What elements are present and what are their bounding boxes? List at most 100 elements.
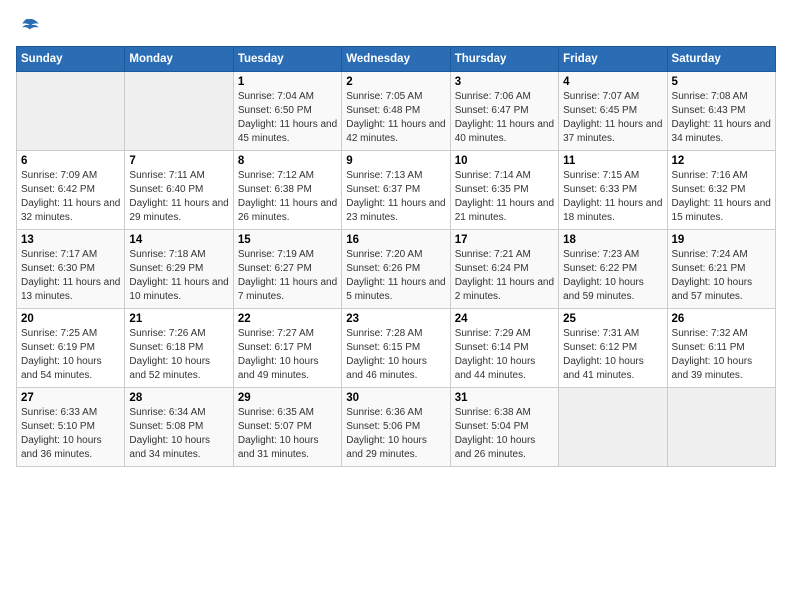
- calendar-cell: [125, 72, 233, 151]
- day-number: 5: [672, 76, 771, 88]
- calendar-cell: 2 Sunrise: 7:05 AM Sunset: 6:48 PM Dayli…: [342, 72, 450, 151]
- calendar-cell: 14 Sunrise: 7:18 AM Sunset: 6:29 PM Dayl…: [125, 230, 233, 309]
- calendar-cell: 3 Sunrise: 7:06 AM Sunset: 6:47 PM Dayli…: [450, 72, 558, 151]
- day-info: Sunrise: 7:12 AM Sunset: 6:38 PM Dayligh…: [238, 169, 337, 225]
- day-info: Sunrise: 7:09 AM Sunset: 6:42 PM Dayligh…: [21, 169, 120, 225]
- day-number: 8: [238, 155, 337, 167]
- calendar-cell: 22 Sunrise: 7:27 AM Sunset: 6:17 PM Dayl…: [233, 309, 341, 388]
- calendar-cell: 18 Sunrise: 7:23 AM Sunset: 6:22 PM Dayl…: [559, 230, 667, 309]
- calendar-cell: [559, 388, 667, 467]
- day-info: Sunrise: 7:29 AM Sunset: 6:14 PM Dayligh…: [455, 327, 554, 383]
- day-info: Sunrise: 7:18 AM Sunset: 6:29 PM Dayligh…: [129, 248, 228, 304]
- day-info: Sunrise: 6:34 AM Sunset: 5:08 PM Dayligh…: [129, 406, 228, 462]
- day-info: Sunrise: 7:05 AM Sunset: 6:48 PM Dayligh…: [346, 90, 445, 146]
- calendar-week-row: 6 Sunrise: 7:09 AM Sunset: 6:42 PM Dayli…: [17, 151, 776, 230]
- day-info: Sunrise: 7:23 AM Sunset: 6:22 PM Dayligh…: [563, 248, 662, 304]
- calendar-cell: 17 Sunrise: 7:21 AM Sunset: 6:24 PM Dayl…: [450, 230, 558, 309]
- day-info: Sunrise: 7:25 AM Sunset: 6:19 PM Dayligh…: [21, 327, 120, 383]
- calendar-week-row: 20 Sunrise: 7:25 AM Sunset: 6:19 PM Dayl…: [17, 309, 776, 388]
- calendar-header-sunday: Sunday: [17, 47, 125, 72]
- logo: [16, 16, 40, 34]
- calendar-cell: 30 Sunrise: 6:36 AM Sunset: 5:06 PM Dayl…: [342, 388, 450, 467]
- calendar-cell: 6 Sunrise: 7:09 AM Sunset: 6:42 PM Dayli…: [17, 151, 125, 230]
- day-number: 2: [346, 76, 445, 88]
- calendar-cell: 23 Sunrise: 7:28 AM Sunset: 6:15 PM Dayl…: [342, 309, 450, 388]
- calendar-cell: 16 Sunrise: 7:20 AM Sunset: 6:26 PM Dayl…: [342, 230, 450, 309]
- day-number: 6: [21, 155, 120, 167]
- day-info: Sunrise: 7:19 AM Sunset: 6:27 PM Dayligh…: [238, 248, 337, 304]
- day-number: 7: [129, 155, 228, 167]
- day-info: Sunrise: 7:08 AM Sunset: 6:43 PM Dayligh…: [672, 90, 771, 146]
- calendar-header-saturday: Saturday: [667, 47, 775, 72]
- calendar-cell: [17, 72, 125, 151]
- calendar-header-tuesday: Tuesday: [233, 47, 341, 72]
- calendar-cell: 1 Sunrise: 7:04 AM Sunset: 6:50 PM Dayli…: [233, 72, 341, 151]
- day-info: Sunrise: 6:35 AM Sunset: 5:07 PM Dayligh…: [238, 406, 337, 462]
- day-info: Sunrise: 7:11 AM Sunset: 6:40 PM Dayligh…: [129, 169, 228, 225]
- day-number: 28: [129, 392, 228, 404]
- day-info: Sunrise: 6:36 AM Sunset: 5:06 PM Dayligh…: [346, 406, 445, 462]
- day-info: Sunrise: 7:07 AM Sunset: 6:45 PM Dayligh…: [563, 90, 662, 146]
- day-info: Sunrise: 6:38 AM Sunset: 5:04 PM Dayligh…: [455, 406, 554, 462]
- calendar-header-monday: Monday: [125, 47, 233, 72]
- calendar-header-row: SundayMondayTuesdayWednesdayThursdayFrid…: [17, 47, 776, 72]
- calendar-header-wednesday: Wednesday: [342, 47, 450, 72]
- calendar-cell: 21 Sunrise: 7:26 AM Sunset: 6:18 PM Dayl…: [125, 309, 233, 388]
- logo-bird-icon: [18, 16, 40, 38]
- day-number: 16: [346, 234, 445, 246]
- day-number: 30: [346, 392, 445, 404]
- day-number: 31: [455, 392, 554, 404]
- day-number: 25: [563, 313, 662, 325]
- calendar-cell: 31 Sunrise: 6:38 AM Sunset: 5:04 PM Dayl…: [450, 388, 558, 467]
- calendar-cell: 26 Sunrise: 7:32 AM Sunset: 6:11 PM Dayl…: [667, 309, 775, 388]
- day-number: 9: [346, 155, 445, 167]
- day-info: Sunrise: 7:17 AM Sunset: 6:30 PM Dayligh…: [21, 248, 120, 304]
- day-info: Sunrise: 7:15 AM Sunset: 6:33 PM Dayligh…: [563, 169, 662, 225]
- calendar-cell: 13 Sunrise: 7:17 AM Sunset: 6:30 PM Dayl…: [17, 230, 125, 309]
- day-number: 3: [455, 76, 554, 88]
- day-number: 11: [563, 155, 662, 167]
- day-number: 18: [563, 234, 662, 246]
- calendar-table: SundayMondayTuesdayWednesdayThursdayFrid…: [16, 46, 776, 467]
- day-number: 14: [129, 234, 228, 246]
- day-info: Sunrise: 7:27 AM Sunset: 6:17 PM Dayligh…: [238, 327, 337, 383]
- calendar-cell: 24 Sunrise: 7:29 AM Sunset: 6:14 PM Dayl…: [450, 309, 558, 388]
- day-number: 10: [455, 155, 554, 167]
- day-info: Sunrise: 7:24 AM Sunset: 6:21 PM Dayligh…: [672, 248, 771, 304]
- day-number: 17: [455, 234, 554, 246]
- day-info: Sunrise: 7:04 AM Sunset: 6:50 PM Dayligh…: [238, 90, 337, 146]
- calendar-cell: 11 Sunrise: 7:15 AM Sunset: 6:33 PM Dayl…: [559, 151, 667, 230]
- day-number: 24: [455, 313, 554, 325]
- day-info: Sunrise: 7:14 AM Sunset: 6:35 PM Dayligh…: [455, 169, 554, 225]
- day-number: 22: [238, 313, 337, 325]
- calendar-cell: 8 Sunrise: 7:12 AM Sunset: 6:38 PM Dayli…: [233, 151, 341, 230]
- day-number: 20: [21, 313, 120, 325]
- calendar-cell: 20 Sunrise: 7:25 AM Sunset: 6:19 PM Dayl…: [17, 309, 125, 388]
- calendar-week-row: 1 Sunrise: 7:04 AM Sunset: 6:50 PM Dayli…: [17, 72, 776, 151]
- calendar-week-row: 13 Sunrise: 7:17 AM Sunset: 6:30 PM Dayl…: [17, 230, 776, 309]
- calendar-cell: [667, 388, 775, 467]
- day-number: 12: [672, 155, 771, 167]
- calendar-cell: 12 Sunrise: 7:16 AM Sunset: 6:32 PM Dayl…: [667, 151, 775, 230]
- day-info: Sunrise: 7:26 AM Sunset: 6:18 PM Dayligh…: [129, 327, 228, 383]
- day-info: Sunrise: 7:13 AM Sunset: 6:37 PM Dayligh…: [346, 169, 445, 225]
- calendar-cell: 19 Sunrise: 7:24 AM Sunset: 6:21 PM Dayl…: [667, 230, 775, 309]
- day-number: 23: [346, 313, 445, 325]
- day-number: 19: [672, 234, 771, 246]
- calendar-cell: 9 Sunrise: 7:13 AM Sunset: 6:37 PM Dayli…: [342, 151, 450, 230]
- calendar-cell: 4 Sunrise: 7:07 AM Sunset: 6:45 PM Dayli…: [559, 72, 667, 151]
- calendar-cell: 28 Sunrise: 6:34 AM Sunset: 5:08 PM Dayl…: [125, 388, 233, 467]
- day-number: 21: [129, 313, 228, 325]
- day-number: 15: [238, 234, 337, 246]
- day-info: Sunrise: 7:16 AM Sunset: 6:32 PM Dayligh…: [672, 169, 771, 225]
- calendar-cell: 10 Sunrise: 7:14 AM Sunset: 6:35 PM Dayl…: [450, 151, 558, 230]
- calendar-cell: 27 Sunrise: 6:33 AM Sunset: 5:10 PM Dayl…: [17, 388, 125, 467]
- day-info: Sunrise: 7:06 AM Sunset: 6:47 PM Dayligh…: [455, 90, 554, 146]
- day-number: 26: [672, 313, 771, 325]
- day-number: 4: [563, 76, 662, 88]
- day-number: 1: [238, 76, 337, 88]
- calendar-cell: 7 Sunrise: 7:11 AM Sunset: 6:40 PM Dayli…: [125, 151, 233, 230]
- day-info: Sunrise: 7:20 AM Sunset: 6:26 PM Dayligh…: [346, 248, 445, 304]
- calendar-header-friday: Friday: [559, 47, 667, 72]
- calendar-cell: 5 Sunrise: 7:08 AM Sunset: 6:43 PM Dayli…: [667, 72, 775, 151]
